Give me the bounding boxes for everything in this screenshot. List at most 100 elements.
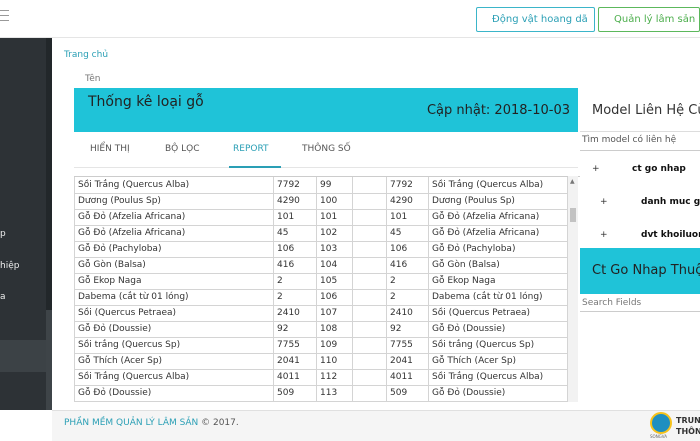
- scroll-up-icon[interactable]: ▲: [570, 178, 575, 185]
- table-row: Sồi (Quercus Petraea) 2410 107 2410 Sồi (Que…: [74, 305, 568, 322]
- company-name-line-1: TRUN: [676, 416, 700, 425]
- table-cell: [352, 241, 387, 258]
- tree-item-danh-muc-go[interactable]: danh muc go: [641, 197, 700, 207]
- table-scrollbar[interactable]: ▲: [568, 176, 578, 402]
- footer-brand[interactable]: PHẦN MỀM QUẢN LÝ LÂM SẢN: [64, 418, 198, 428]
- report-tabs: HIỂN THỊ BỘ LỌC REPORT THÔNG SỐ: [74, 132, 578, 168]
- table-row: Gỗ Đỏ (Afzelia Africana) 101 101 101 Gỗ Đỏ (…: [74, 209, 568, 226]
- forestry-button[interactable]: Quản lý lâm sản: [598, 7, 700, 32]
- table-cell: [352, 273, 387, 290]
- table-cell: [352, 385, 387, 402]
- table-cell: 4011: [386, 369, 429, 386]
- table-cell: 104: [316, 257, 353, 274]
- tree-item-dvt-khoiluong[interactable]: dvt khoiluon: [641, 230, 700, 240]
- table-cell: 101: [316, 209, 353, 226]
- expand-icon[interactable]: +: [592, 164, 600, 174]
- table-cell: Gỗ Đỏ (Afzelia Africana): [74, 209, 274, 226]
- ct-panel-title: Ct Go Nhap Thuộ: [592, 263, 700, 278]
- table-cell: Gỗ Đỏ (Afzelia Africana): [428, 209, 568, 226]
- table-cell: Sồi (Quercus Petraea): [74, 305, 274, 322]
- wildlife-button[interactable]: Động vật hoang dã: [476, 7, 595, 32]
- tab-parameters[interactable]: THÔNG SỐ: [302, 144, 351, 154]
- breadcrumb-home[interactable]: Trang chủ: [64, 50, 108, 60]
- table-cell: [352, 321, 387, 338]
- company-logo-caption: SONGVA: [650, 434, 667, 439]
- table-cell: 2410: [273, 305, 317, 322]
- table-cell: 101: [386, 209, 429, 226]
- table-cell: [352, 177, 387, 194]
- table-cell: Gỗ Thích (Acer Sp): [428, 353, 568, 370]
- name-field-label: Tên: [85, 74, 101, 84]
- table-cell: 509: [386, 385, 429, 402]
- table-cell: Gỗ Gòn (Balsa): [74, 257, 274, 274]
- table-cell: Gỗ Đỏ (Doussie): [74, 385, 274, 402]
- top-bar: Động vật hoang dã Quản lý lâm sản: [0, 0, 700, 38]
- table-cell: 2410: [386, 305, 429, 322]
- table-cell: 107: [316, 305, 353, 322]
- table-cell: Sồi Trắng (Quercus Alba): [428, 177, 568, 194]
- table-cell: Gỗ Đỏ (Pachyloba): [428, 241, 568, 258]
- table-cell: [352, 257, 387, 274]
- table-cell: 106: [386, 241, 429, 258]
- model-panel-header: Model Liên Hệ Cù: [580, 88, 700, 132]
- table-cell: Sồi Trắng (Quercus Alba): [428, 369, 568, 386]
- footer: PHẦN MỀM QUẢN LÝ LÂM SẢN © 2017. TRUN TH…: [52, 410, 700, 441]
- table-cell: 2: [273, 273, 317, 290]
- report-table: Sồi Trắng (Quercus Alba) 7792 99 7792 Sồi Tr…: [74, 177, 568, 402]
- table-cell: [352, 209, 387, 226]
- tab-display[interactable]: HIỂN THỊ: [90, 144, 130, 154]
- table-cell: 509: [273, 385, 317, 402]
- expand-icon[interactable]: +: [600, 230, 608, 240]
- table-cell: 92: [273, 321, 317, 338]
- table-cell: 7792: [273, 177, 317, 194]
- sidebar-item-1[interactable]: p: [0, 229, 6, 239]
- model-panel: Model Liên Hệ Cù Tìm model có liên hệ + …: [580, 88, 700, 408]
- table-cell: Sồi Trắng (Quercus Alba): [74, 369, 274, 386]
- sidebar-item-2[interactable]: hiệp: [0, 261, 19, 271]
- tree-item-ct-go-nhap[interactable]: ct go nhap: [632, 164, 686, 174]
- table-cell: Dabema (cắt từ 01 lóng): [74, 289, 274, 306]
- search-fields-input[interactable]: Search Fields: [580, 294, 700, 312]
- table-cell: 108: [316, 321, 353, 338]
- table-cell: 106: [316, 289, 353, 306]
- company-name: TRUN THÔN: [676, 415, 700, 437]
- company-logo: [650, 412, 672, 434]
- table-cell: Gỗ Thích (Acer Sp): [74, 353, 274, 370]
- table-cell: [352, 225, 387, 242]
- sidebar-scrollbar[interactable]: [46, 38, 52, 410]
- table-cell: 100: [316, 193, 353, 210]
- sidebar-item-active[interactable]: [0, 340, 46, 372]
- model-search-input[interactable]: Tìm model có liên hệ: [580, 135, 700, 151]
- table-cell: Gỗ Gòn (Balsa): [428, 257, 568, 274]
- table-cell: 92: [386, 321, 429, 338]
- tab-report[interactable]: REPORT: [233, 144, 269, 154]
- hamburger-menu-icon[interactable]: [0, 10, 10, 24]
- table-cell: Sồi (Quercus Petraea): [428, 305, 568, 322]
- table-cell: 112: [316, 369, 353, 386]
- table-cell: 101: [273, 209, 317, 226]
- table-cell: [352, 369, 387, 386]
- table-cell: 99: [316, 177, 353, 194]
- ct-panel-header: Ct Go Nhap Thuộ: [580, 248, 700, 294]
- expand-icon[interactable]: +: [600, 197, 608, 207]
- table-cell: 2: [273, 289, 317, 306]
- sidebar-item-3[interactable]: a: [0, 292, 6, 302]
- table-cell: [352, 337, 387, 354]
- table-cell: Dương (Poulus Sp): [74, 193, 274, 210]
- table-cell: 105: [316, 273, 353, 290]
- table-row: Gỗ Đỏ (Afzelia Africana) 45 102 45 Gỗ Đỏ (Af…: [74, 225, 568, 242]
- table-scroll-thumb[interactable]: [570, 208, 576, 222]
- table-cell: 416: [273, 257, 317, 274]
- table-row: Sồi Trắng (Quercus Alba) 7792 99 7792 Sồi Tr…: [74, 177, 568, 194]
- table-cell: 106: [273, 241, 317, 258]
- table-cell: 113: [316, 385, 353, 402]
- company-name-line-2: THÔN: [676, 427, 700, 436]
- sidebar-scroll-thumb[interactable]: [46, 310, 52, 410]
- table-row: Gỗ Gòn (Balsa) 416 104 416 Gỗ Gòn (Balsa): [74, 257, 568, 274]
- table-cell: [352, 353, 387, 370]
- table-cell: Gỗ Đỏ (Doussie): [428, 385, 568, 402]
- table-cell: Gỗ Đỏ (Doussie): [74, 321, 274, 338]
- wildlife-button-label: Động vật hoang dã: [492, 14, 588, 25]
- tab-filter[interactable]: BỘ LỌC: [165, 144, 200, 154]
- table-cell: Sồi Trắng (Quercus Alba): [74, 177, 274, 194]
